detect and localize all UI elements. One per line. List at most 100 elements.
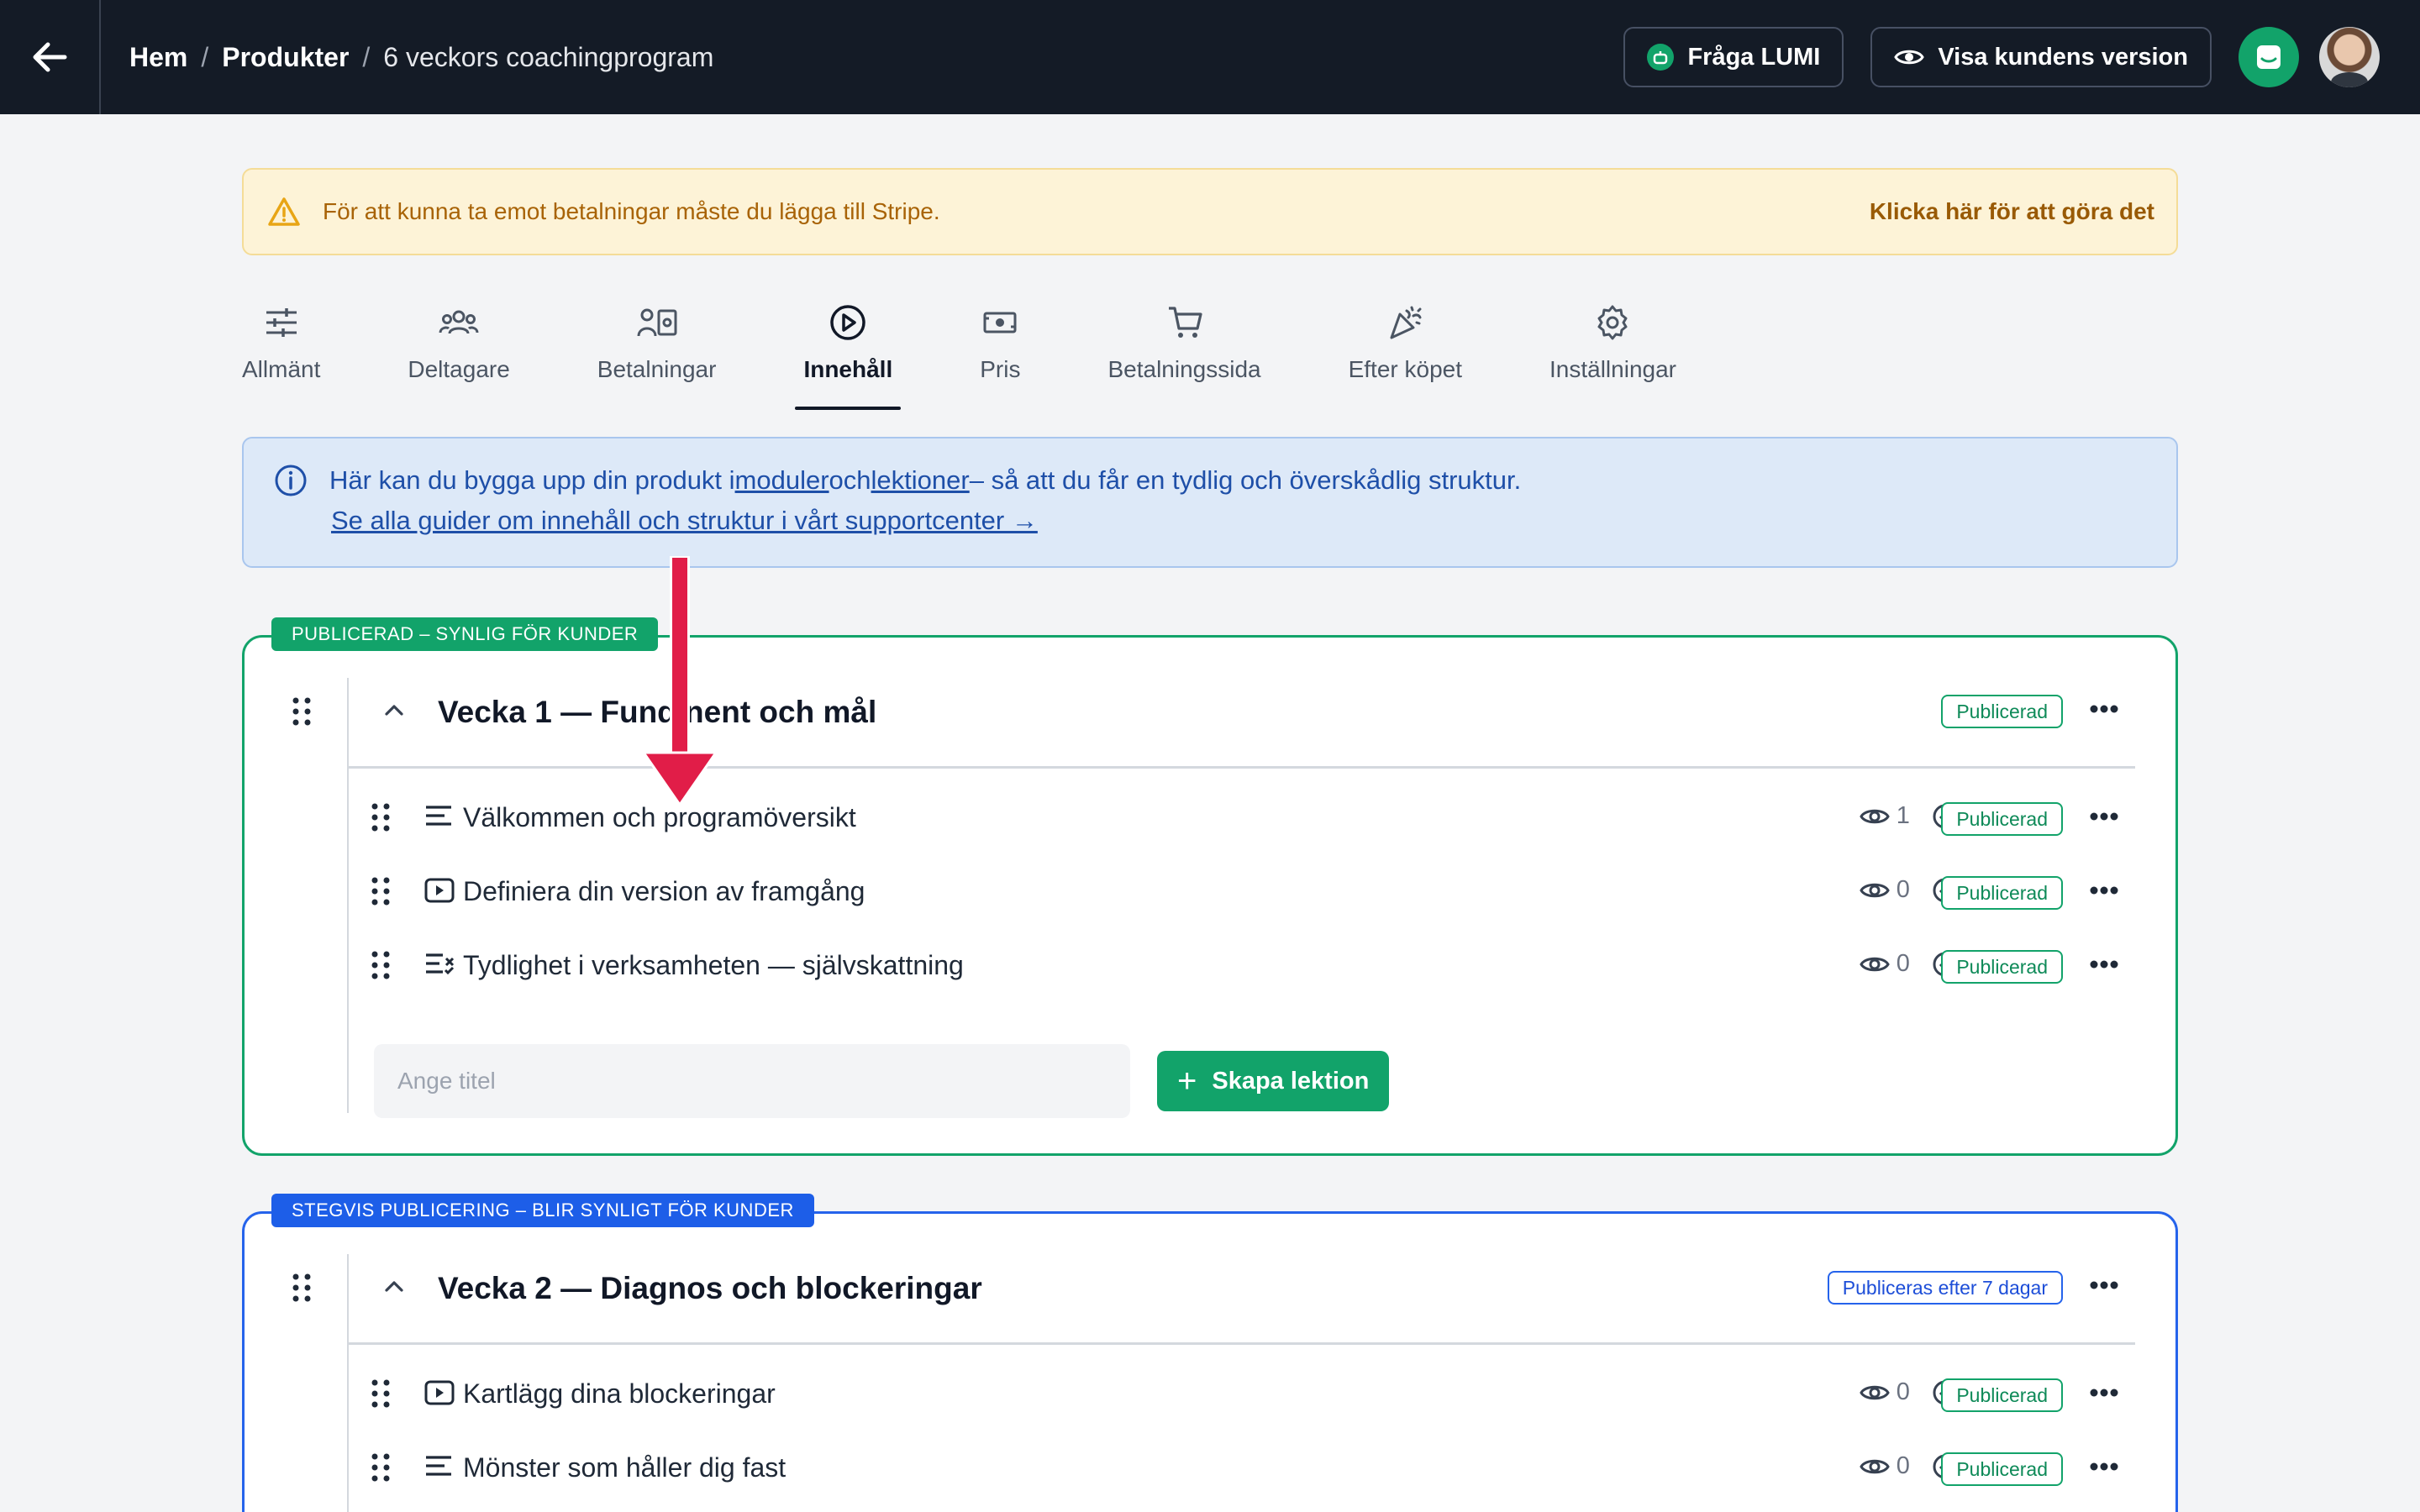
lesson-status-badge: Publicerad — [1941, 802, 2063, 836]
eye-icon — [1860, 883, 1890, 897]
lesson-status-badge: Publicerad — [1941, 1452, 2063, 1486]
tab-content[interactable]: Innehåll — [795, 299, 902, 410]
ask-lumi-label: Fråga LUMI — [1687, 43, 1821, 71]
module-drag-handle[interactable] — [292, 696, 312, 731]
breadcrumb-home[interactable]: Hem — [129, 42, 187, 73]
tab-checkout-page-label: Betalningssida — [1107, 356, 1261, 382]
warning-text: För att kunna ta emot betalningar måste … — [323, 198, 940, 224]
tab-participants[interactable]: Deltagare — [408, 299, 510, 400]
tab-after-purchase[interactable]: Efter köpet — [1349, 299, 1462, 400]
tab-general-label: Allmänt — [242, 356, 321, 382]
module-card-week-1: PUBLICERAD – SYNLIG FÖR KUNDER Vecka 1 —… — [242, 617, 2178, 1156]
module-card-week-2: STEGVIS PUBLICERING – BLIR SYNLIGT FÖR K… — [242, 1194, 2178, 1512]
info-text: Här kan du bygga upp din produkt imodule… — [329, 460, 1521, 501]
tab-settings-label: Inställningar — [1549, 356, 1676, 382]
lesson-row[interactable]: Kartlägg dina blockeringar 0 0 Publicera… — [371, 1370, 2135, 1420]
info-text-c: – så att du får en tydlig och överskådli… — [969, 465, 1522, 495]
more-options-icon[interactable] — [2090, 812, 2118, 821]
drag-handle-icon[interactable] — [371, 1452, 391, 1483]
lesson-title[interactable]: Kartlägg dina blockeringar — [463, 1378, 776, 1410]
tab-price-label: Pris — [980, 356, 1021, 382]
create-lesson-button[interactable]: + Skapa lektion — [1157, 1051, 1390, 1111]
lesson-row[interactable]: Mönster som håller dig fast 0 0 Publicer… — [371, 1444, 2135, 1494]
module-status-badge: Publiceras efter 7 dagar — [1827, 1271, 2063, 1305]
lesson-row[interactable]: Tydlighet i verksamheten — självskattnin… — [371, 942, 2135, 992]
new-lesson-title-input[interactable] — [374, 1044, 1130, 1118]
breadcrumb: Hem / Produkter / 6 veckors coachingprog… — [129, 41, 714, 73]
more-options-icon[interactable] — [2090, 960, 2118, 969]
plus-icon: + — [1177, 1063, 1197, 1100]
video-lesson-icon — [424, 1380, 455, 1405]
lesson-row[interactable]: Välkommen och programöversikt 1 0 Public… — [371, 794, 2135, 844]
top-bar: Hem / Produkter / 6 veckors coachingprog… — [0, 0, 2420, 114]
customer-view-button[interactable]: Visa kundens version — [1870, 27, 2212, 87]
lessons-link[interactable]: lektioner — [871, 465, 970, 495]
add-lesson-row: + Skapa lektion — [374, 1044, 1390, 1118]
tab-payments[interactable]: Betalningar — [597, 299, 717, 400]
tab-price[interactable]: Pris — [980, 299, 1020, 400]
quiz-lesson-icon — [426, 953, 455, 975]
tab-checkout-page[interactable]: Betalningssida — [1107, 299, 1261, 400]
more-options-icon[interactable] — [2090, 1389, 2118, 1397]
add-stripe-link[interactable]: Klicka här för att göra det — [1870, 198, 2154, 225]
warning-icon — [268, 197, 300, 226]
lesson-views-count: 0 — [1896, 950, 1910, 977]
breadcrumb-current: 6 veckors coachingprogram — [383, 41, 714, 72]
drag-handle-icon[interactable] — [371, 950, 391, 980]
more-options-icon[interactable] — [2090, 1281, 2118, 1289]
tab-content-label: Innehåll — [803, 356, 893, 382]
drag-handle-icon[interactable] — [371, 802, 391, 832]
tab-settings[interactable]: Inställningar — [1549, 299, 1676, 400]
chat-button[interactable] — [2238, 27, 2299, 87]
stripe-warning-banner: För att kunna ta emot betalningar måste … — [242, 168, 2178, 255]
eye-icon — [1860, 809, 1890, 823]
module-drag-handle[interactable] — [292, 1273, 312, 1307]
lesson-title[interactable]: Tydlighet i verksamheten — självskattnin… — [463, 950, 964, 981]
chevron-up-icon[interactable] — [384, 703, 404, 717]
users-icon — [439, 310, 479, 334]
create-lesson-label: Skapa lektion — [1212, 1067, 1370, 1095]
info-icon — [275, 465, 307, 496]
more-options-icon[interactable] — [2090, 1462, 2118, 1471]
eye-icon — [1860, 1459, 1890, 1473]
chevron-up-icon[interactable] — [384, 1279, 404, 1293]
product-tabs: Allmänt Deltagare Betalningar Innehåll P… — [242, 299, 1764, 410]
lesson-views-count: 1 — [1896, 802, 1910, 829]
lesson-title[interactable]: Definiera din version av framgång — [463, 876, 865, 907]
text-lesson-icon — [426, 806, 451, 826]
ask-lumi-button[interactable]: Fråga LUMI — [1623, 27, 1844, 87]
module-status-label: STEGVIS PUBLICERING – BLIR SYNLIGT FÖR K… — [271, 1194, 814, 1227]
chat-icon — [2257, 45, 2281, 69]
robot-icon — [1647, 44, 1675, 71]
tab-general[interactable]: Allmänt — [242, 299, 320, 400]
more-options-icon[interactable] — [2090, 705, 2118, 713]
lesson-views-count: 0 — [1896, 1378, 1910, 1405]
lesson-status-badge: Publicerad — [1941, 1378, 2063, 1412]
lesson-row[interactable]: Definiera din version av framgång 0 0 Pu… — [371, 868, 2135, 918]
tab-participants-label: Deltagare — [408, 356, 510, 382]
more-options-icon[interactable] — [2090, 886, 2118, 895]
module-header: Vecka 1 — Fund nent och mål Publicerad — [347, 661, 2135, 769]
lesson-title[interactable]: Mönster som håller dig fast — [463, 1452, 786, 1483]
tab-payments-label: Betalningar — [597, 356, 717, 382]
payments-icon — [637, 308, 677, 337]
breadcrumb-products[interactable]: Produkter — [222, 42, 349, 73]
info-text-b: och — [829, 465, 871, 495]
back-button[interactable] — [0, 0, 101, 114]
eye-icon — [1894, 50, 1925, 65]
cart-icon — [1168, 307, 1202, 338]
drag-handle-icon — [292, 697, 311, 726]
drag-handle-icon[interactable] — [371, 876, 391, 906]
support-guides-link[interactable]: Se alla guider om innehåll och struktur … — [331, 501, 2146, 541]
eye-icon — [1860, 1385, 1890, 1399]
lesson-status-badge: Publicerad — [1941, 876, 2063, 910]
modules-link[interactable]: moduler — [735, 465, 829, 495]
arrow-left-icon — [33, 42, 67, 72]
content-info-box: Här kan du bygga upp din produkt imodule… — [242, 437, 2178, 568]
drag-handle-icon — [292, 1273, 311, 1302]
drag-handle-icon[interactable] — [371, 1378, 391, 1409]
user-avatar[interactable] — [2319, 27, 2380, 87]
banknote-icon — [983, 312, 1017, 333]
module-title[interactable]: Vecka 2 — Diagnos och blockeringar — [438, 1271, 982, 1306]
lesson-views-count: 0 — [1896, 876, 1910, 903]
